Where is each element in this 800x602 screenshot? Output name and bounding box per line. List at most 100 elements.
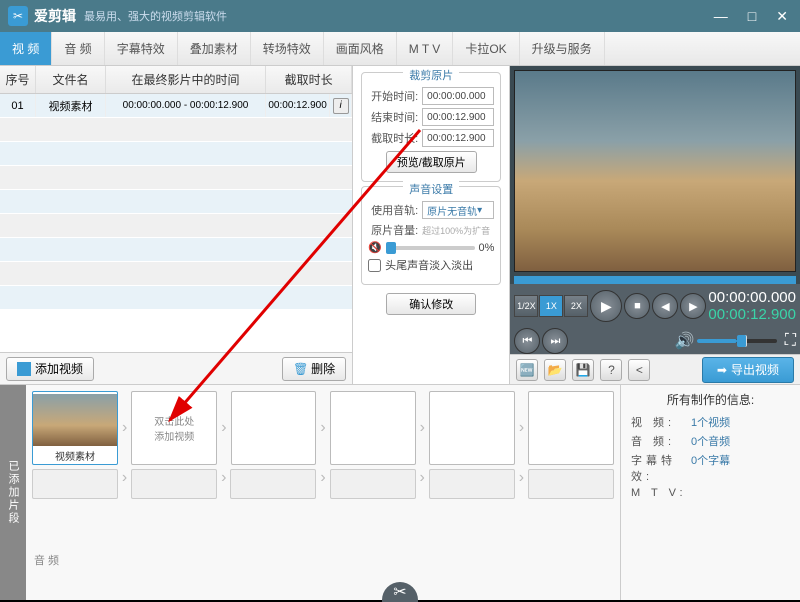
next-frame-button[interactable]: ▶ [680, 293, 706, 319]
app-logo-icon: ✂ [8, 6, 28, 26]
main-tabs: 视 频 音 频 字幕特效 叠加素材 转场特效 画面风格 M T V 卡拉OK 升… [0, 32, 800, 66]
export-toolbar: 🆕 📂 💾 ? < ➡导出视频 [510, 354, 800, 384]
preview-panel: 1/2X 1X 2X ▶ ■ ◀ ▶ 00:00:00.000 00:00:12… [510, 66, 800, 384]
share-icon[interactable]: < [628, 359, 650, 381]
help-icon[interactable]: ? [600, 359, 622, 381]
table-row [0, 262, 352, 286]
timecode-current: 00:00:00.000 [708, 289, 796, 306]
app-title: 爱剪辑 [34, 6, 76, 26]
skip-back-button[interactable]: ⏮ [514, 328, 540, 354]
speed-1x-button[interactable]: 1X [539, 295, 563, 317]
app-subtitle: 最易用、强大的视频剪辑软件 [84, 8, 227, 24]
player-volume-slider[interactable] [697, 339, 777, 343]
timeline-side-label: 已添加片段 [0, 385, 26, 600]
end-time-input[interactable]: 00:00:12.900 [422, 108, 494, 126]
timeline-clip[interactable]: 视频素材 [32, 391, 118, 465]
settings-panel: 裁剪原片 开始时间:00:00:00.000 结束时间:00:00:12.900… [353, 66, 510, 384]
close-button[interactable]: ✕ [772, 8, 792, 25]
tab-video[interactable]: 视 频 [0, 32, 52, 65]
chevron-right-icon: › [221, 469, 226, 499]
chevron-right-icon: › [221, 419, 226, 437]
timecode-total: 00:00:12.900 [708, 306, 796, 323]
tab-upgrade[interactable]: 升级与服务 [520, 32, 605, 65]
table-row [0, 166, 352, 190]
speaker-icon: 🔊 [675, 331, 695, 351]
save-icon[interactable]: 💾 [572, 359, 594, 381]
chevron-right-icon: › [320, 469, 325, 499]
info-icon[interactable]: i [333, 98, 349, 114]
video-preview[interactable] [514, 70, 796, 272]
export-icon: ➡ [717, 363, 727, 377]
table-row [0, 286, 352, 310]
speed-2x-button[interactable]: 2X [564, 295, 588, 317]
play-button[interactable]: ▶ [590, 290, 622, 322]
col-duration: 截取时长 [266, 66, 352, 93]
audio-slot[interactable] [330, 469, 416, 499]
trash-icon: 🗑 [293, 362, 307, 376]
open-icon[interactable]: 📂 [544, 359, 566, 381]
add-video-button[interactable]: 添加视频 [6, 357, 94, 381]
project-info-panel: 所有制作的信息: 视 频:1个视频 音 频:0个音频 字幕特效:0个字幕 M T… [620, 385, 800, 600]
chevron-right-icon: › [420, 469, 425, 499]
skip-fwd-button[interactable]: ⏭ [542, 328, 568, 354]
table-row [0, 142, 352, 166]
stop-button[interactable]: ■ [624, 293, 650, 319]
audio-slot[interactable] [32, 469, 118, 499]
timeline-empty-slot[interactable] [429, 391, 515, 465]
confirm-button[interactable]: 确认修改 [386, 293, 476, 315]
tab-transition[interactable]: 转场特效 [251, 32, 324, 65]
table-row [0, 190, 352, 214]
film-icon [17, 362, 31, 376]
audio-slot[interactable] [230, 469, 316, 499]
chevron-right-icon: › [122, 469, 127, 499]
seek-bar[interactable] [514, 276, 796, 284]
tab-subtitle[interactable]: 字幕特效 [105, 32, 178, 65]
chevron-right-icon: › [519, 419, 524, 437]
fade-checkbox[interactable] [368, 259, 381, 272]
timeline-area: 已添加片段 视频素材 › 双击此处 添加视频 › › › › › › [0, 384, 800, 600]
fullscreen-icon[interactable]: ⛶ [785, 332, 796, 350]
table-row [0, 214, 352, 238]
clip-table-header: 序号 文件名 在最终影片中的时间 截取时长 [0, 66, 352, 94]
audio-fieldset: 声音设置 使用音轨:原片无音轨 ▾ 原片音量:超过100%为扩音 🔇0% 头尾声… [361, 186, 501, 285]
chevron-right-icon: › [320, 419, 325, 437]
audio-track-select[interactable]: 原片无音轨 ▾ [422, 201, 494, 219]
chevron-right-icon: › [420, 419, 425, 437]
info-header: 所有制作的信息: [631, 391, 790, 408]
start-time-input[interactable]: 00:00:00.000 [422, 87, 494, 105]
timeline-empty-slot[interactable] [231, 391, 317, 465]
col-filename: 文件名 [36, 66, 106, 93]
chevron-right-icon: › [519, 469, 524, 499]
timeline-empty-slot[interactable] [528, 391, 614, 465]
table-row [0, 118, 352, 142]
maximize-button[interactable]: □ [744, 8, 760, 25]
tab-karaoke[interactable]: 卡拉OK [453, 32, 519, 65]
delete-button[interactable]: 🗑删除 [282, 357, 346, 381]
tab-mtv[interactable]: M T V [397, 32, 454, 65]
tab-audio[interactable]: 音 频 [52, 32, 104, 65]
volume-down-icon: 🔇 [368, 241, 382, 254]
minimize-button[interactable]: — [710, 8, 732, 25]
table-row [0, 238, 352, 262]
timeline-add-slot[interactable]: 双击此处 添加视频 [131, 391, 217, 465]
table-row[interactable]: 01 视频素材 00:00:00.000 - 00:00:12.900 00:0… [0, 94, 352, 118]
new-icon[interactable]: 🆕 [516, 359, 538, 381]
play-controls: 1/2X 1X 2X ▶ ■ ◀ ▶ 00:00:00.000 00:00:12… [510, 284, 800, 328]
clip-list-panel: 序号 文件名 在最终影片中的时间 截取时长 01 视频素材 00:00:00.0… [0, 66, 353, 384]
audio-slot[interactable] [429, 469, 515, 499]
chevron-right-icon: › [122, 419, 127, 437]
col-index: 序号 [0, 66, 36, 93]
preview-trim-button[interactable]: 预览/截取原片 [386, 151, 477, 173]
audio-slot[interactable] [131, 469, 217, 499]
audio-slot[interactable] [528, 469, 614, 499]
timeline-empty-slot[interactable] [330, 391, 416, 465]
export-video-button[interactable]: ➡导出视频 [702, 357, 794, 383]
col-timerange: 在最终影片中的时间 [106, 66, 266, 93]
tab-style[interactable]: 画面风格 [324, 32, 397, 65]
speed-half-button[interactable]: 1/2X [514, 295, 538, 317]
volume-slider[interactable] [386, 246, 475, 250]
duration-display: 00:00:12.900 [422, 129, 494, 147]
trim-fieldset: 裁剪原片 开始时间:00:00:00.000 结束时间:00:00:12.900… [361, 72, 501, 182]
tab-overlay[interactable]: 叠加素材 [178, 32, 251, 65]
prev-frame-button[interactable]: ◀ [652, 293, 678, 319]
